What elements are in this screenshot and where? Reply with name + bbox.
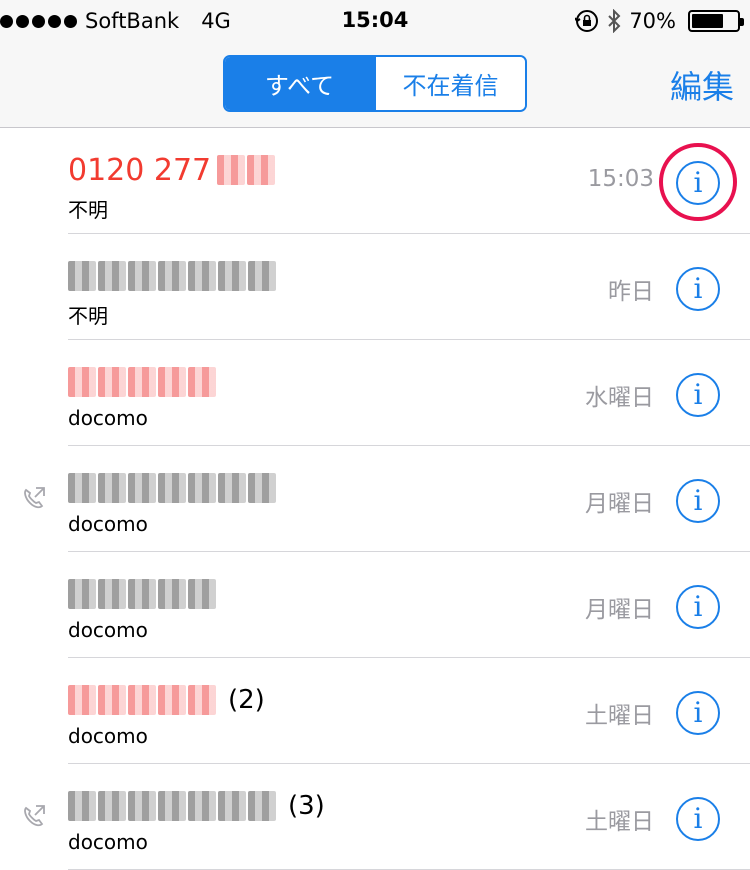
caller-label: 不明	[68, 198, 108, 222]
caller-label: docomo	[68, 618, 148, 642]
carrier-name: SoftBank	[85, 9, 180, 33]
status-bar: SoftBank 4G 15:04 70%	[0, 0, 750, 40]
call-time: 水曜日	[585, 385, 654, 411]
segment-missed[interactable]: 不在着信	[374, 57, 525, 110]
bluetooth-icon	[608, 9, 621, 33]
caller-name: (3)	[68, 784, 325, 828]
redacted-caller-name	[68, 257, 276, 295]
call-row[interactable]: 0120 277 不明 15:03 i	[0, 128, 750, 234]
call-time: 土曜日	[585, 703, 654, 729]
redacted-caller-name	[68, 469, 276, 507]
call-time: 月曜日	[585, 597, 654, 623]
call-row[interactable]: docomo 水曜日 i	[0, 340, 750, 446]
call-time: 土曜日	[585, 809, 654, 835]
network-type: 4G	[201, 9, 231, 33]
info-icon[interactable]: i	[676, 585, 720, 629]
info-icon[interactable]: i	[676, 267, 720, 311]
caller-label: docomo	[68, 406, 148, 430]
caller-name: 0120 277	[68, 148, 276, 192]
caller-label: docomo	[68, 724, 148, 748]
call-row[interactable]: 不明 昨日 i	[0, 234, 750, 340]
rotation-lock-icon	[575, 10, 599, 32]
call-row[interactable]: docomo 月曜日 i	[0, 552, 750, 658]
redacted-caller-name	[68, 575, 216, 613]
caller-name	[68, 254, 276, 298]
call-time: 昨日	[608, 279, 654, 305]
caller-label: docomo	[68, 512, 148, 536]
caller-name	[68, 360, 216, 404]
info-icon[interactable]: i	[676, 691, 720, 735]
nav-bar: すべて 不在着信 編集	[0, 40, 750, 128]
caller-label: 不明	[68, 304, 108, 328]
caller-label: docomo	[68, 830, 148, 854]
call-count: (2)	[228, 685, 265, 715]
recent-calls-list: 0120 277 不明 15:03 i 不明 昨日 i docomo 水曜日 i docomo 月曜日…	[0, 128, 750, 870]
caller-number: 0120 277	[68, 152, 212, 188]
info-icon[interactable]: i	[676, 161, 720, 205]
status-right: 70%	[575, 6, 744, 36]
outgoing-call-icon	[24, 487, 45, 509]
call-row[interactable]: (3) docomo 土曜日 i	[0, 764, 750, 870]
call-row[interactable]: (2) docomo 土曜日 i	[0, 658, 750, 764]
caller-name	[68, 466, 276, 510]
segment-all[interactable]: すべて	[225, 57, 374, 110]
battery-percent: 70%	[629, 9, 676, 33]
status-left: SoftBank 4G	[0, 8, 231, 34]
edit-button[interactable]: 編集	[670, 62, 734, 108]
redacted-caller-name	[217, 151, 276, 189]
call-row[interactable]: docomo 月曜日 i	[0, 446, 750, 552]
caller-name: (2)	[68, 678, 265, 722]
outgoing-call-icon	[24, 805, 45, 827]
signal-strength-icon	[0, 14, 77, 28]
redacted-caller-name	[68, 787, 276, 825]
battery-icon	[688, 10, 744, 32]
call-filter-segmented-control: すべて 不在着信	[223, 55, 527, 112]
redacted-caller-name	[68, 681, 216, 719]
info-icon[interactable]: i	[676, 479, 720, 523]
info-icon[interactable]: i	[676, 797, 720, 841]
caller-name	[68, 572, 216, 616]
redacted-caller-name	[68, 363, 216, 401]
call-time: 月曜日	[585, 491, 654, 517]
call-time: 15:03	[587, 166, 654, 192]
battery-fill	[692, 14, 723, 28]
call-count: (3)	[288, 791, 325, 821]
info-icon[interactable]: i	[676, 373, 720, 417]
